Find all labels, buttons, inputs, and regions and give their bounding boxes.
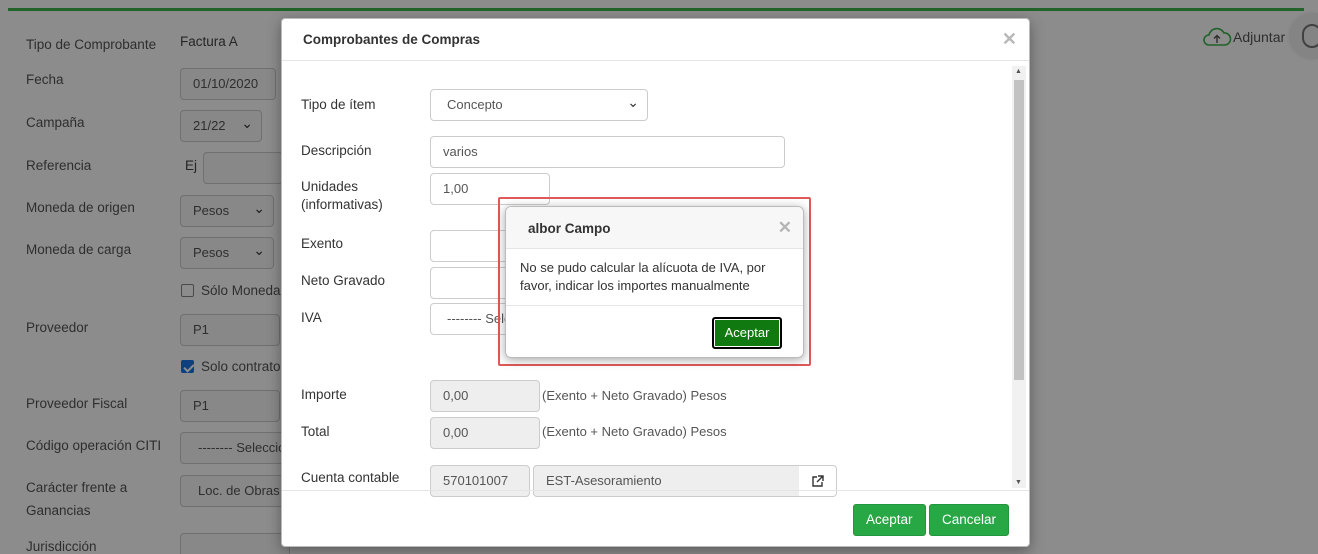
label-cuenta-contable: Cuenta contable bbox=[301, 470, 400, 485]
label-iva: IVA bbox=[301, 310, 322, 325]
label-importe: Importe bbox=[301, 387, 347, 402]
total-input: 0,00 bbox=[430, 417, 540, 449]
accept-button[interactable]: Aceptar bbox=[853, 504, 926, 536]
tipo-item-select[interactable]: Concepto bbox=[430, 89, 648, 121]
importe-input: 0,00 bbox=[430, 380, 540, 412]
label-descripcion: Descripción bbox=[301, 143, 372, 158]
scroll-down-icon[interactable]: ▼ bbox=[1015, 479, 1022, 486]
label-exento: Exento bbox=[301, 236, 344, 251]
importe-note: (Exento + Neto Gravado) Pesos bbox=[542, 388, 727, 403]
label-total: Total bbox=[301, 424, 330, 439]
close-icon[interactable]: ✕ bbox=[1002, 29, 1017, 50]
cancel-button[interactable]: Cancelar bbox=[929, 504, 1010, 536]
alert-dialog: albor Campo ✕ No se pudo calcular la alí… bbox=[505, 206, 804, 358]
close-icon[interactable]: ✕ bbox=[778, 218, 792, 238]
alert-header: albor Campo ✕ bbox=[506, 207, 803, 249]
alert-accept-button[interactable]: Aceptar bbox=[712, 317, 782, 349]
label-unidades-line2: (informativas) bbox=[301, 197, 383, 212]
scroll-thumb[interactable] bbox=[1014, 80, 1024, 380]
modal-header: Comprobantes de Compras ✕ bbox=[282, 19, 1029, 61]
modal-scrollbar[interactable]: ▲ ▼ bbox=[1012, 66, 1026, 488]
modal-footer: Aceptar Cancelar bbox=[282, 490, 1029, 546]
label-unidades-line1: Unidades bbox=[301, 179, 359, 194]
total-note: (Exento + Neto Gravado) Pesos bbox=[542, 424, 727, 439]
external-link-icon bbox=[812, 474, 824, 487]
label-neto-gravado: Neto Gravado bbox=[301, 273, 386, 288]
label-tipo-item: Tipo de ítem bbox=[301, 97, 376, 112]
alert-message: No se pudo calcular la alícuota de IVA, … bbox=[506, 249, 803, 306]
descripcion-input[interactable]: varios bbox=[430, 136, 785, 168]
modal-title: Comprobantes de Compras bbox=[303, 32, 481, 47]
alert-title: albor Campo bbox=[528, 221, 611, 236]
scroll-up-icon[interactable]: ▲ bbox=[1015, 68, 1022, 75]
